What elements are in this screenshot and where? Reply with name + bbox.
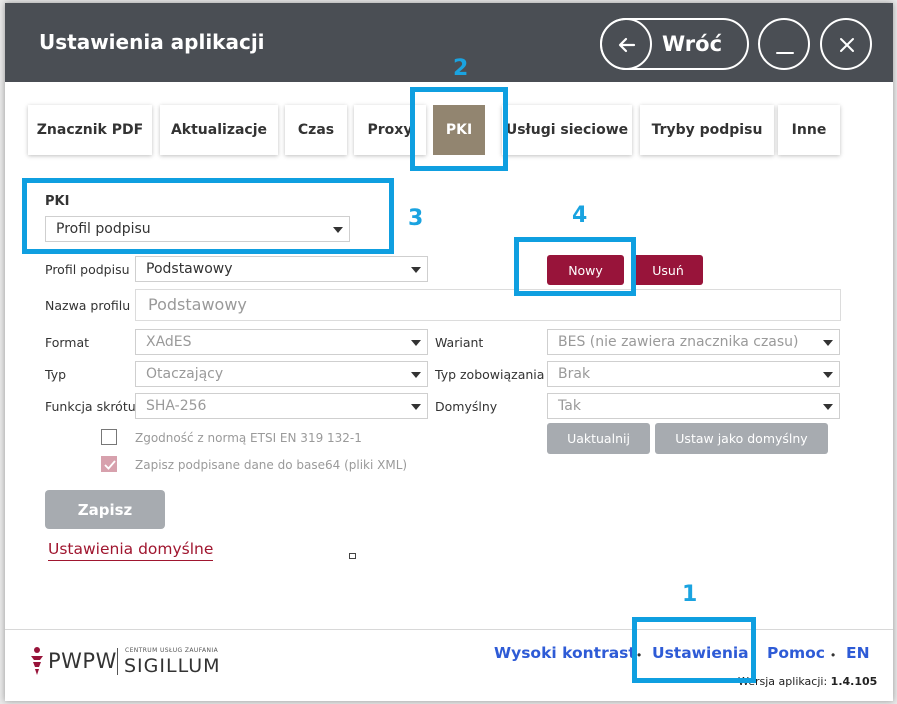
logo-separator (117, 648, 118, 675)
title-bar: Ustawienia aplikacji Wróć (5, 3, 893, 82)
variant-select[interactable]: BES (nie zawiera znacznika czasu) (547, 329, 840, 355)
hash-select[interactable]: SHA-256 (135, 393, 428, 419)
commitment-select[interactable]: Brak (547, 361, 840, 387)
back-button[interactable]: Wróć (600, 18, 749, 70)
default-select-value: Tak (558, 398, 581, 414)
annotation-number-3: 3 (408, 206, 424, 231)
help-link[interactable]: Pomoc (767, 644, 825, 662)
logo-subtitle: CENTRUM USŁUG ZAUFANIA (125, 647, 219, 654)
tab-czas[interactable]: Czas (285, 105, 347, 155)
tab-tryby-podpisu[interactable]: Tryby podpisu (640, 105, 774, 155)
annotation-box-1 (632, 617, 756, 683)
minimize-button[interactable] (758, 18, 810, 70)
etsi-checkbox[interactable] (101, 429, 117, 445)
type-select-value: Otaczający (146, 366, 224, 382)
default-label: Domyślny (435, 399, 498, 414)
chevron-down-icon (823, 404, 833, 410)
back-button-label: Wróć (662, 32, 723, 56)
commitment-label: Typ zobowiązania (435, 367, 545, 382)
chevron-down-icon (823, 372, 833, 378)
commitment-select-value: Brak (558, 366, 591, 382)
checkmark-icon (104, 460, 116, 470)
annotation-box-4 (514, 237, 636, 296)
profile-name-label: Nazwa profilu (45, 298, 131, 313)
set-default-button[interactable]: Ustaw jako domyślny (655, 423, 828, 454)
annotation-number-4: 4 (572, 203, 588, 228)
base64-checkbox-label: Zapisz podpisane dane do base64 (pliki X… (135, 458, 408, 472)
back-arrow-icon (600, 18, 652, 70)
logo-pwpw-text: PWPW (48, 649, 117, 673)
base64-checkbox[interactable] (101, 456, 117, 472)
minimize-icon (776, 52, 794, 54)
pwpw-emblem-icon (31, 647, 43, 675)
profile-select-value: Podstawowy (146, 261, 233, 277)
close-icon (840, 38, 854, 52)
logo-sigillum-text: SIGILLUM (124, 655, 221, 677)
chevron-down-icon (411, 372, 421, 378)
delete-profile-button[interactable]: Usuń (633, 255, 703, 285)
profile-select[interactable]: Podstawowy (135, 256, 428, 282)
tab-inne[interactable]: Inne (778, 105, 840, 155)
profile-label: Profil podpisu (45, 262, 130, 277)
default-select[interactable]: Tak (547, 393, 840, 419)
profile-name-input[interactable]: Podstawowy (135, 289, 841, 321)
high-contrast-link[interactable]: Wysoki kontrast (494, 644, 636, 662)
save-button[interactable]: Zapisz (45, 490, 165, 529)
tab-uslugi-sieciowe[interactable]: Usługi sieciowe (502, 105, 632, 155)
footer-divider (5, 629, 893, 630)
settings-dialog: Ustawienia aplikacji Wróć Znacznik PDF A… (5, 3, 893, 701)
annotation-box-3 (22, 178, 394, 254)
annotation-number-1: 1 (682, 582, 698, 607)
type-label: Typ (45, 367, 67, 382)
default-settings-link[interactable]: Ustawienia domyślne (48, 540, 214, 561)
chevron-down-icon (411, 340, 421, 346)
language-link[interactable]: EN (846, 644, 870, 662)
window-icon (349, 553, 356, 559)
annotation-number-2: 2 (453, 56, 469, 81)
variant-select-value: BES (nie zawiera znacznika czasu) (558, 334, 799, 350)
tab-aktualizacje[interactable]: Aktualizacje (160, 105, 278, 155)
format-select-value: XAdES (146, 334, 192, 350)
app-version: Wersja aplikacji: 1.4.105 (738, 675, 877, 688)
chevron-down-icon (411, 267, 421, 273)
update-button[interactable]: Uaktualnij (547, 423, 650, 454)
chevron-down-icon (823, 340, 833, 346)
type-select[interactable]: Otaczający (135, 361, 428, 387)
dialog-title: Ustawienia aplikacji (39, 30, 265, 54)
format-select[interactable]: XAdES (135, 329, 428, 355)
hash-label: Funkcja skrótu (45, 399, 136, 414)
close-button[interactable] (820, 18, 872, 70)
etsi-checkbox-label: Zgodność z normą ETSI EN 319 132-1 (135, 431, 362, 445)
tab-znacznik-pdf[interactable]: Znacznik PDF (28, 105, 152, 155)
footer-dot: • (831, 648, 836, 662)
annotation-box-2 (410, 87, 508, 171)
chevron-down-icon (411, 404, 421, 410)
version-value: 1.4.105 (830, 675, 878, 688)
variant-label: Wariant (435, 335, 484, 350)
hash-select-value: SHA-256 (146, 398, 207, 414)
format-label: Format (45, 335, 90, 350)
